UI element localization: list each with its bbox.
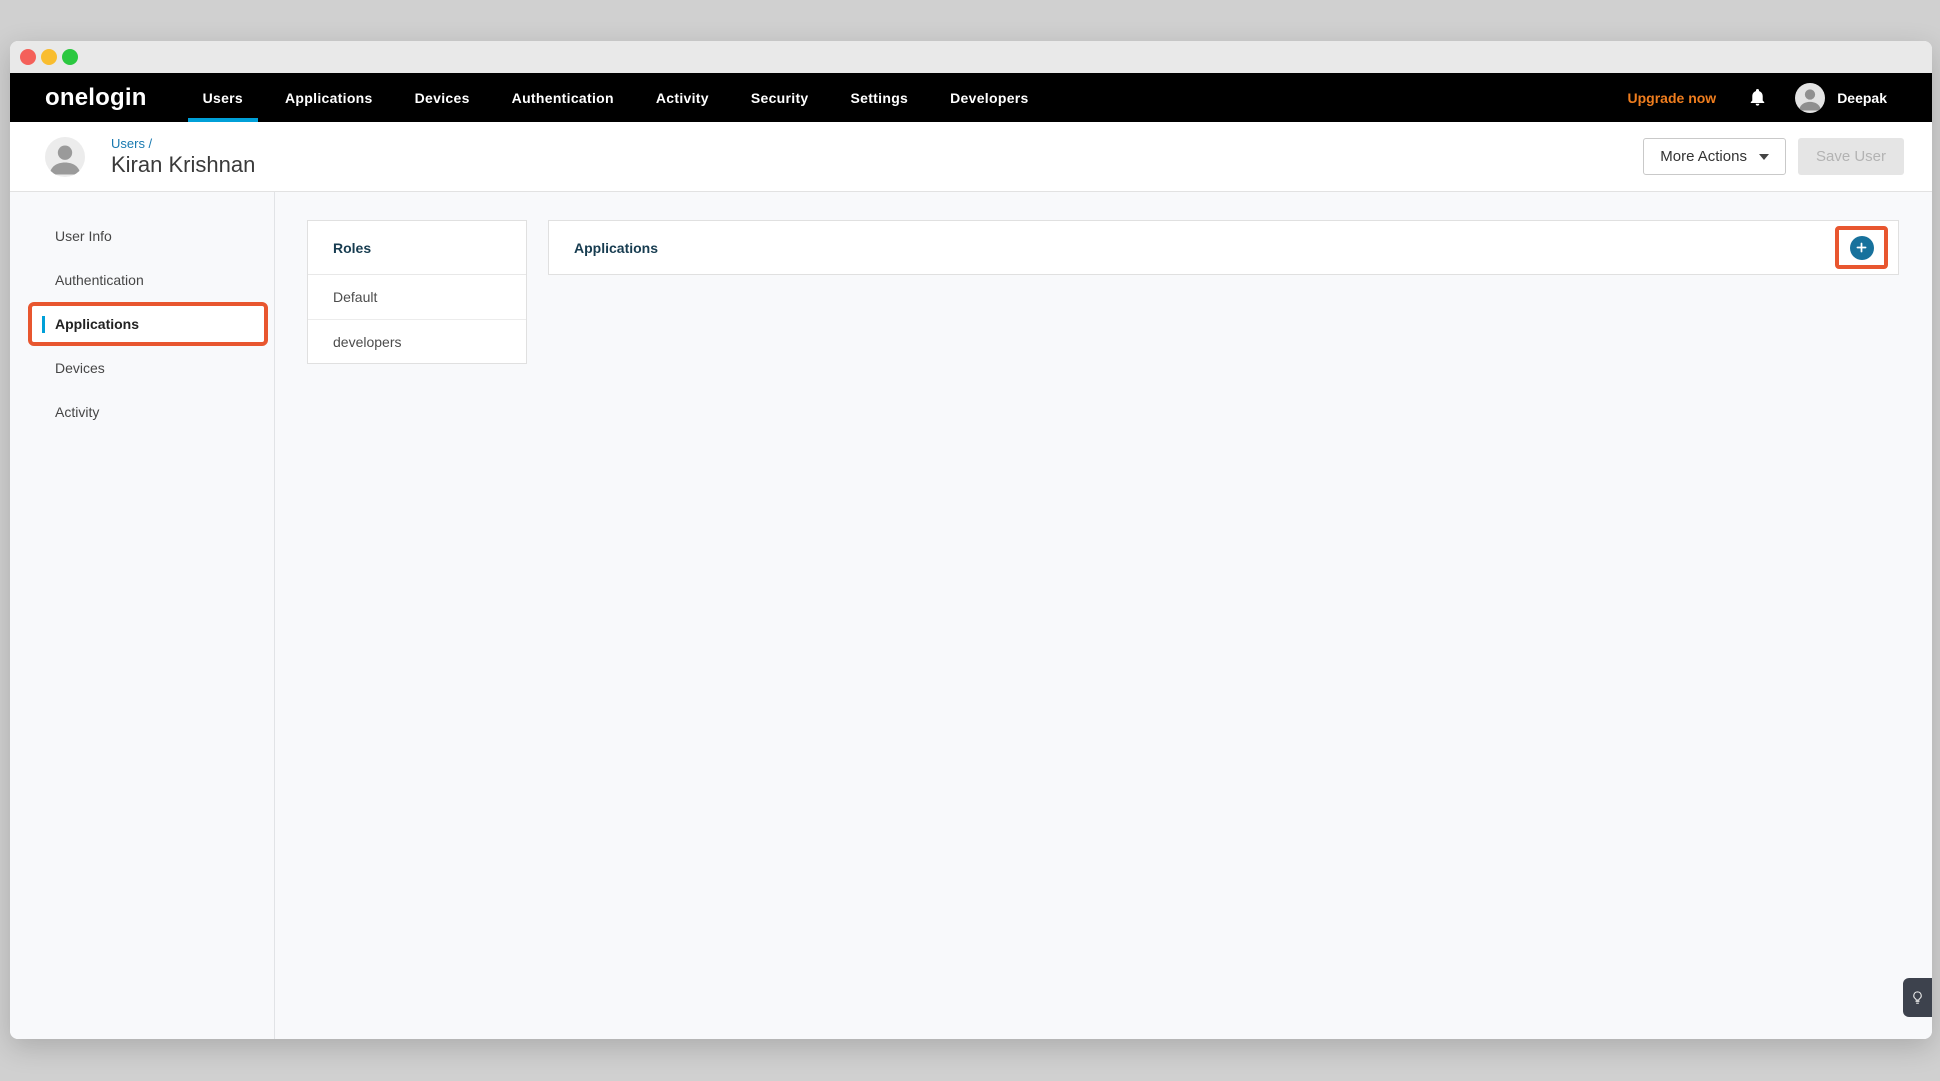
close-window-button[interactable] [20, 49, 36, 65]
applications-panel-title: Applications [549, 240, 658, 256]
sidebar-item-activity[interactable]: Activity [10, 390, 274, 434]
profile-avatar [45, 137, 85, 177]
lightbulb-icon [1910, 990, 1925, 1005]
plus-icon [1855, 241, 1868, 254]
nav-item-applications[interactable]: Applications [285, 73, 373, 122]
more-actions-label: More Actions [1660, 148, 1747, 165]
breadcrumb[interactable]: Users / [111, 135, 255, 152]
nav-item-security[interactable]: Security [751, 73, 809, 122]
nav-item-settings[interactable]: Settings [851, 73, 909, 122]
sidebar-menu: User Info Authentication Applications De… [10, 214, 274, 434]
role-row-default[interactable]: Default [308, 275, 526, 319]
user-menu-name[interactable]: Deepak [1837, 90, 1887, 106]
help-tab[interactable] [1903, 978, 1932, 1017]
top-navbar: onelogin Users Applications Devices Auth… [10, 73, 1932, 122]
save-user-button[interactable]: Save User [1798, 138, 1904, 175]
applications-panel: Applications [548, 220, 1899, 275]
sidebar-item-user-info[interactable]: User Info [10, 214, 274, 258]
notifications-bell-icon[interactable] [1748, 88, 1767, 107]
nav-menu: Users Applications Devices Authenticatio… [203, 73, 1071, 122]
add-application-button[interactable] [1850, 236, 1874, 260]
nav-item-devices[interactable]: Devices [415, 73, 470, 122]
nav-item-authentication[interactable]: Authentication [512, 73, 614, 122]
page-title: Kiran Krishnan [111, 152, 255, 178]
sidebar-item-authentication[interactable]: Authentication [10, 258, 274, 302]
browser-window: onelogin Users Applications Devices Auth… [10, 41, 1932, 1039]
header-actions: More Actions Save User [1643, 138, 1904, 175]
active-indicator-bar [42, 316, 45, 333]
more-actions-button[interactable]: More Actions [1643, 138, 1786, 175]
roles-panel: Roles Default developers [307, 220, 527, 364]
nav-item-users[interactable]: Users [203, 73, 243, 122]
navbar-right-group: Upgrade now Deepak [1628, 73, 1932, 122]
window-titlebar [10, 41, 1932, 73]
nav-item-activity[interactable]: Activity [656, 73, 709, 122]
page-header: Users / Kiran Krishnan More Actions Save… [10, 122, 1932, 192]
role-row-developers[interactable]: developers [308, 319, 526, 363]
header-title-block: Users / Kiran Krishnan [111, 135, 255, 178]
roles-panel-title: Roles [308, 221, 526, 275]
content-area: User Info Authentication Applications De… [10, 192, 1932, 1039]
upgrade-now-link[interactable]: Upgrade now [1628, 90, 1717, 106]
nav-item-developers[interactable]: Developers [950, 73, 1028, 122]
minimize-window-button[interactable] [41, 49, 57, 65]
user-avatar[interactable] [1795, 83, 1825, 113]
maximize-window-button[interactable] [62, 49, 78, 65]
main-panel-area: Roles Default developers Applications [275, 192, 1932, 1039]
sidebar-item-applications[interactable]: Applications [28, 302, 268, 346]
annotation-box [1835, 226, 1888, 269]
sidebar-item-devices[interactable]: Devices [10, 346, 274, 390]
sidebar-item-label: Applications [55, 316, 139, 332]
user-sidebar: User Info Authentication Applications De… [10, 192, 275, 1039]
onelogin-logo[interactable]: onelogin [45, 84, 147, 112]
chevron-down-icon [1759, 154, 1769, 160]
